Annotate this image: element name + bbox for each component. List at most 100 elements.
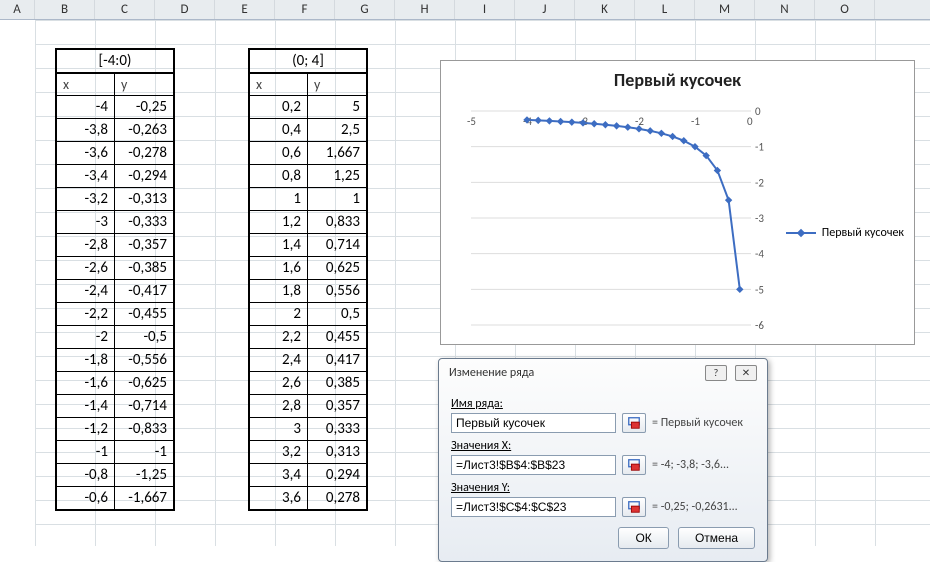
cell-x[interactable]: -2,6 <box>57 257 115 279</box>
cell-x[interactable]: 0,6 <box>250 142 308 164</box>
table-row[interactable]: 0,61,667 <box>250 142 366 165</box>
cell-x[interactable]: 1,8 <box>250 280 308 302</box>
cell-y[interactable]: 0,625 <box>308 257 366 279</box>
cell-x[interactable]: 2,8 <box>250 395 308 417</box>
cell-x[interactable]: 0,8 <box>250 165 308 187</box>
cell-x[interactable]: 0,2 <box>250 96 308 118</box>
cell-y[interactable]: 0,278 <box>308 487 366 509</box>
col-head-E[interactable]: E <box>215 0 275 19</box>
cell-x[interactable]: 3,2 <box>250 441 308 463</box>
cell-y[interactable]: 2,5 <box>308 119 366 141</box>
col-head-I[interactable]: I <box>455 0 515 19</box>
y-values-input[interactable] <box>451 497 616 517</box>
table-row[interactable]: -1,6-0,625 <box>57 372 173 395</box>
table-row[interactable]: -2-0,5 <box>57 326 173 349</box>
cell-y[interactable]: 0,333 <box>308 418 366 440</box>
cell-x[interactable]: 3 <box>250 418 308 440</box>
x-values-input[interactable] <box>451 455 616 475</box>
cell-y[interactable]: -1,667 <box>115 487 173 509</box>
cell-y[interactable]: 0,294 <box>308 464 366 486</box>
cell-x[interactable]: -0,6 <box>57 487 115 509</box>
table-row[interactable]: 0,42,5 <box>250 119 366 142</box>
table-row[interactable]: -3,6-0,278 <box>57 142 173 165</box>
cell-y[interactable]: 0,385 <box>308 372 366 394</box>
cell-y[interactable]: -0,625 <box>115 372 173 394</box>
cell-x[interactable]: 1 <box>250 188 308 210</box>
cell-x[interactable]: -3,6 <box>57 142 115 164</box>
col-head-C[interactable]: C <box>95 0 155 19</box>
cell-x[interactable]: 1,4 <box>250 234 308 256</box>
col-head-G[interactable]: G <box>335 0 395 19</box>
col-head-L[interactable]: L <box>635 0 695 19</box>
table-row[interactable]: 2,40,417 <box>250 349 366 372</box>
col-head-O[interactable]: O <box>815 0 875 19</box>
cell-y[interactable]: 0,417 <box>308 349 366 371</box>
cell-y[interactable]: -1 <box>115 441 173 463</box>
cell-y[interactable]: 0,5 <box>308 303 366 325</box>
cell-x[interactable]: -2,8 <box>57 234 115 256</box>
table-row[interactable]: 1,20,833 <box>250 211 366 234</box>
cell-x[interactable]: -4 <box>57 96 115 118</box>
cell-x[interactable]: 1,6 <box>250 257 308 279</box>
table-row[interactable]: -0,6-1,667 <box>57 487 173 509</box>
cell-x[interactable]: -1,8 <box>57 349 115 371</box>
cell-y[interactable]: -0,5 <box>115 326 173 348</box>
cell-x[interactable]: -3,8 <box>57 119 115 141</box>
chart[interactable]: Первый кусочек 0-1-2-3-4-5-6-5-4-3-2-10 … <box>440 60 915 345</box>
cell-y[interactable]: 0,357 <box>308 395 366 417</box>
cell-x[interactable]: 2,4 <box>250 349 308 371</box>
cell-y[interactable]: -0,263 <box>115 119 173 141</box>
cell-y[interactable]: -0,278 <box>115 142 173 164</box>
range-select-button[interactable] <box>622 455 646 475</box>
cell-y[interactable]: 5 <box>308 96 366 118</box>
col-head-N[interactable]: N <box>755 0 815 19</box>
table-row[interactable]: 1,80,556 <box>250 280 366 303</box>
table-row[interactable]: 1,40,714 <box>250 234 366 257</box>
cell-x[interactable]: -1 <box>57 441 115 463</box>
col-head-M[interactable]: M <box>695 0 755 19</box>
cell-y[interactable]: -0,417 <box>115 280 173 302</box>
col-head-H[interactable]: H <box>395 0 455 19</box>
table-row[interactable]: -0,8-1,25 <box>57 464 173 487</box>
cell-y[interactable]: 1 <box>308 188 366 210</box>
table-row[interactable]: -1,4-0,714 <box>57 395 173 418</box>
cell-x[interactable]: 0,4 <box>250 119 308 141</box>
help-button[interactable]: ? <box>705 365 727 381</box>
table-row[interactable]: 2,80,357 <box>250 395 366 418</box>
table-row[interactable]: 2,20,455 <box>250 326 366 349</box>
cell-x[interactable]: -1,6 <box>57 372 115 394</box>
col-head-A[interactable]: A <box>0 0 35 19</box>
col-head-K[interactable]: K <box>575 0 635 19</box>
cell-x[interactable]: 2,6 <box>250 372 308 394</box>
table-row[interactable]: -1-1 <box>57 441 173 464</box>
close-button[interactable]: ✕ <box>735 365 757 381</box>
table-row[interactable]: -3,2-0,313 <box>57 188 173 211</box>
cell-y[interactable]: -0,714 <box>115 395 173 417</box>
cell-y[interactable]: -0,313 <box>115 188 173 210</box>
cell-y[interactable]: -0,455 <box>115 303 173 325</box>
cell-x[interactable]: -2 <box>57 326 115 348</box>
cell-x[interactable]: -1,4 <box>57 395 115 417</box>
table-row[interactable]: 3,20,313 <box>250 441 366 464</box>
col-head-J[interactable]: J <box>515 0 575 19</box>
range-select-button[interactable] <box>622 413 646 433</box>
cell-x[interactable]: -1,2 <box>57 418 115 440</box>
cell-y[interactable]: -1,25 <box>115 464 173 486</box>
cell-x[interactable]: 2,2 <box>250 326 308 348</box>
cell-y[interactable]: -0,357 <box>115 234 173 256</box>
table-row[interactable]: 30,333 <box>250 418 366 441</box>
cell-y[interactable]: -0,294 <box>115 165 173 187</box>
series-name-input[interactable] <box>451 413 616 433</box>
cell-x[interactable]: -3,4 <box>57 165 115 187</box>
table-row[interactable]: 0,81,25 <box>250 165 366 188</box>
cell-y[interactable]: -0,385 <box>115 257 173 279</box>
cell-y[interactable]: 0,714 <box>308 234 366 256</box>
table-row[interactable]: -2,4-0,417 <box>57 280 173 303</box>
col-head-F[interactable]: F <box>275 0 335 19</box>
table-row[interactable]: -2,8-0,357 <box>57 234 173 257</box>
cell-y[interactable]: 1,25 <box>308 165 366 187</box>
cell-x[interactable]: 2 <box>250 303 308 325</box>
table-row[interactable]: -1,8-0,556 <box>57 349 173 372</box>
cell-x[interactable]: -0,8 <box>57 464 115 486</box>
table-row[interactable]: 1,60,625 <box>250 257 366 280</box>
